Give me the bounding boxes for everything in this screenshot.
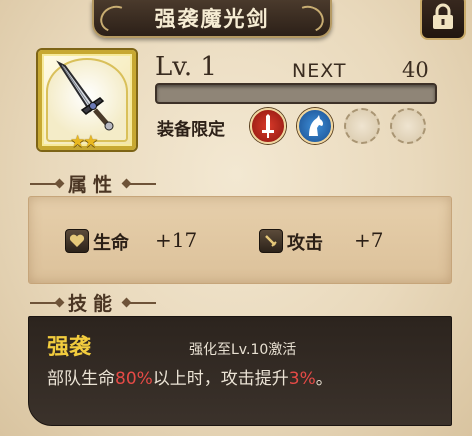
exp-progress-bar — [155, 83, 437, 104]
empty-slot-icon — [344, 108, 380, 144]
skill-name: 强袭 — [47, 335, 92, 360]
sword-glyph — [262, 114, 274, 138]
skill-panel: 强袭 强化至Lv.10激活 部队生命80%以上时，攻击提升3%。 — [28, 316, 452, 426]
banner-ornament-left — [96, 1, 134, 37]
sword-item-icon — [56, 60, 114, 131]
heading-ornament — [126, 301, 157, 304]
heart-icon — [65, 229, 89, 253]
heading-ornament — [30, 301, 60, 304]
skills-heading: 技能 — [30, 289, 157, 316]
next-exp-value: 40 — [402, 58, 429, 82]
attributes-heading-text: 属性 — [68, 174, 119, 196]
sword-attack-icon — [259, 229, 283, 253]
horse-glyph — [309, 115, 324, 136]
heading-ornament — [30, 182, 60, 185]
cavalry-class-icon[interactable] — [297, 108, 333, 144]
sword-class-icon[interactable] — [250, 108, 286, 144]
attributes-panel: 生命 +17 攻击 +7 — [28, 196, 452, 284]
attack-label: 攻击 — [287, 233, 323, 254]
banner-ornament-right — [290, 1, 328, 37]
attack-value: +7 — [354, 228, 384, 252]
equip-restriction-label: 装备限定 — [157, 120, 225, 140]
skill-desc-text: 。 — [315, 369, 333, 389]
skills-heading-text: 技能 — [68, 293, 119, 315]
rarity-stars: ★★ — [70, 132, 99, 152]
heading-ornament — [126, 182, 157, 185]
skill-description: 部队生命80%以上时，攻击提升3%。 — [47, 364, 333, 389]
skill-desc-text: 部队生命 — [47, 369, 115, 389]
hp-label: 生命 — [93, 233, 129, 254]
title-banner: 强袭魔光剑 — [92, 0, 332, 38]
skill-unlock-condition: 强化至Lv.10激活 — [189, 342, 297, 358]
item-level: Lv. 1 — [155, 52, 217, 82]
hp-value: +17 — [155, 228, 198, 252]
attributes-heading: 属性 — [30, 170, 157, 197]
lock-button[interactable] — [420, 0, 466, 40]
page-title: 强袭魔光剑 — [154, 7, 270, 31]
lock-icon — [433, 3, 453, 29]
skill-desc-highlight: 80% — [115, 369, 153, 389]
skill-desc-text: 以上时，攻击提升 — [152, 369, 289, 389]
empty-slot-icon — [390, 108, 426, 144]
skill-desc-highlight: 3% — [288, 369, 316, 389]
next-label: NEXT — [292, 60, 347, 82]
